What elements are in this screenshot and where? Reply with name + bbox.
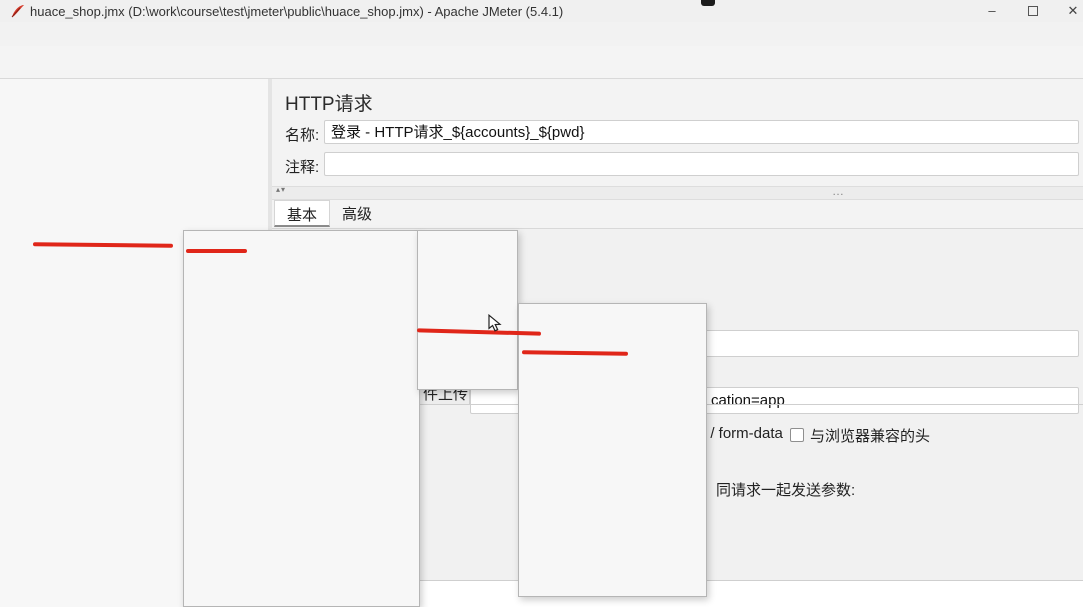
editor-tabs: 基本 高级 [274, 200, 384, 227]
name-field[interactable]: 登录 - HTTP请求_${accounts}_${pwd} [324, 120, 1079, 144]
splitter-bar[interactable]: ▴▾ … [272, 184, 1083, 200]
maximize-button[interactable] [1016, 0, 1050, 22]
tab-basic[interactable]: 基本 [274, 200, 331, 227]
editor-title: HTTP请求 [285, 94, 373, 115]
name-label: 名称: [285, 127, 320, 144]
comment-label: 注释: [285, 159, 320, 176]
multipart-label: t / form-data [702, 425, 783, 442]
add-submenu [417, 230, 518, 390]
splitter-collapse-icon[interactable]: ▴▾ [276, 185, 286, 194]
path-value: cation=app [711, 392, 785, 409]
annotation-underline-add [186, 249, 247, 253]
screen-artifact [701, 0, 715, 6]
title-bar: huace_shop.jmx (D:\work\course\test\jmet… [0, 0, 1083, 22]
tab-advanced[interactable]: 高级 [330, 200, 384, 227]
window-title: huace_shop.jmx (D:\work\course\test\jmet… [30, 4, 564, 19]
jmeter-window: huace_shop.jmx (D:\work\course\test\jmet… [0, 0, 1083, 607]
jmeter-feather-icon [10, 3, 26, 19]
comment-field[interactable] [324, 152, 1079, 176]
send-params-label: 同请求一起发送参数: [716, 482, 856, 499]
post-processor-submenu [518, 303, 707, 597]
mouse-cursor [487, 313, 503, 337]
tree-context-menu [183, 230, 420, 607]
menu-bar [0, 22, 1083, 46]
browser-compatible-checkbox[interactable] [790, 428, 804, 442]
browser-compatible-label: 与浏览器兼容的头 [810, 428, 931, 445]
name-value: 登录 - HTTP请求_${accounts}_${pwd} [331, 124, 585, 141]
splitter-grip-icon: … [832, 184, 844, 198]
toolbar [0, 46, 1083, 79]
minimize-button[interactable]: – [975, 0, 1009, 22]
close-button[interactable]: ✕ [1056, 0, 1083, 22]
